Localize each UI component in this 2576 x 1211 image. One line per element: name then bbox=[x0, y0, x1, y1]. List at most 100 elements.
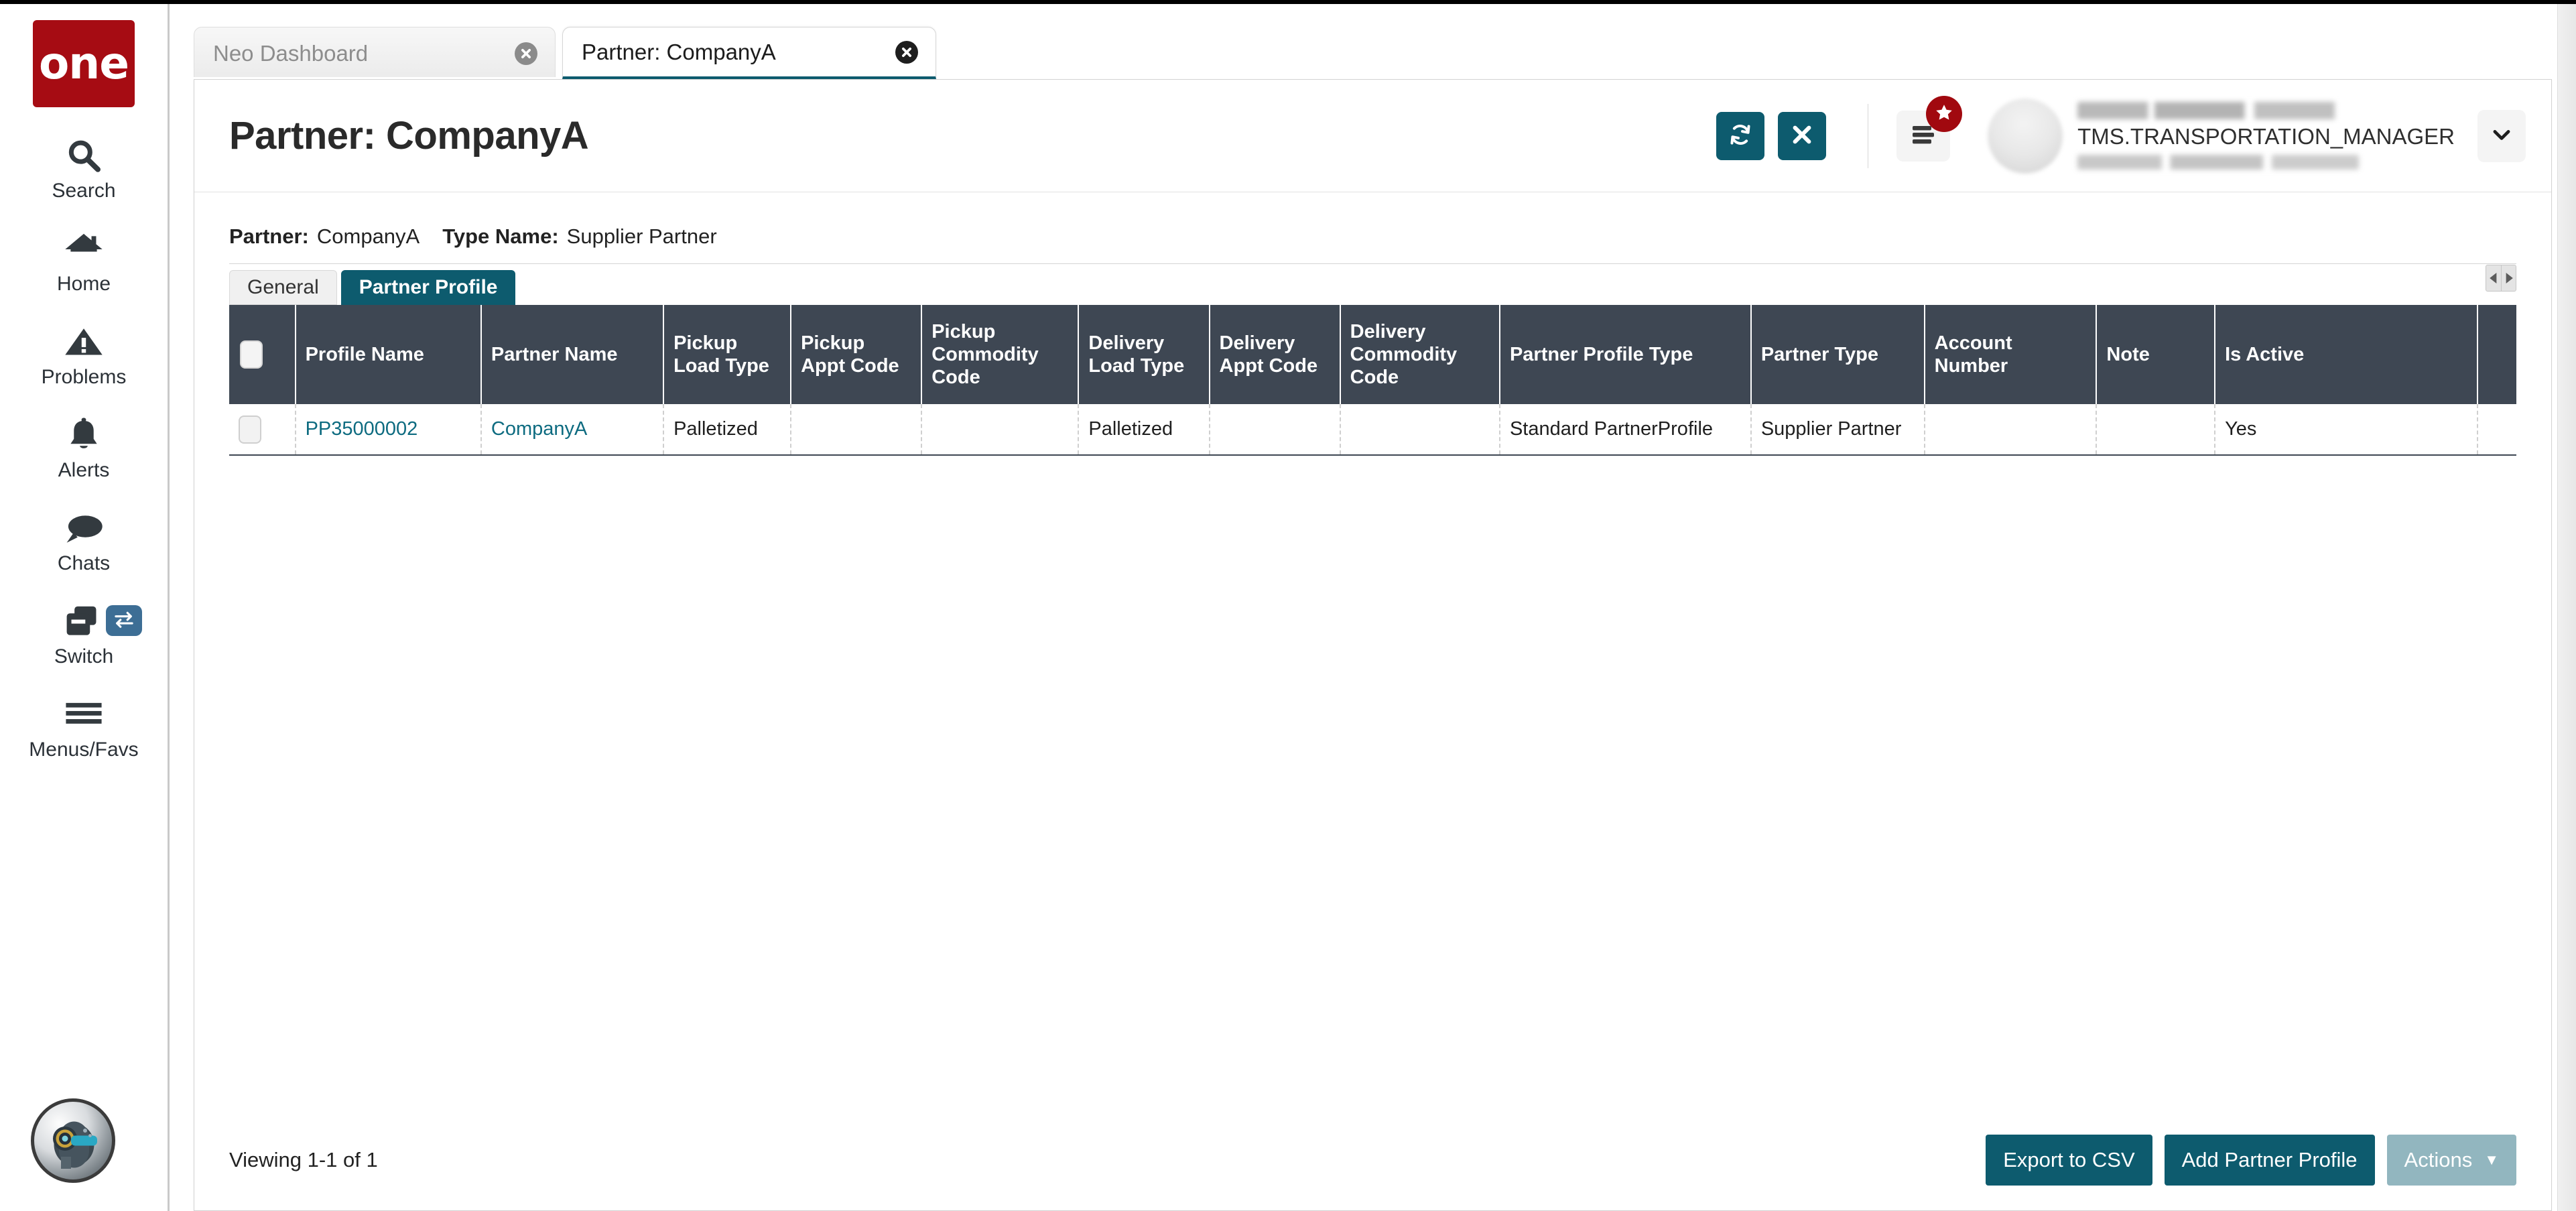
column-header-delivery-commodity-code[interactable]: Delivery Commodity Code bbox=[1340, 305, 1500, 404]
column-header-pickup-load-type[interactable]: Pickup Load Type bbox=[663, 305, 792, 404]
cell-partner-type: Supplier Partner bbox=[1750, 404, 1925, 456]
tab-partner-profile[interactable]: Partner Profile bbox=[340, 270, 516, 305]
cell-trailing bbox=[2477, 404, 2516, 456]
user-account-block[interactable]: TMS.TRANSPORTATION_MANAGER bbox=[1988, 97, 2455, 175]
sidebar-item-home[interactable]: Home bbox=[0, 229, 168, 295]
export-to-csv-label: Export to CSV bbox=[2003, 1148, 2135, 1171]
cell-partner-profile-type: Standard PartnerProfile bbox=[1499, 404, 1752, 456]
switch-org-badge[interactable] bbox=[106, 605, 142, 636]
cell-profile-name[interactable]: PP35000002 bbox=[295, 404, 482, 456]
partner-label: Partner: bbox=[229, 225, 309, 248]
page-header: Partner: CompanyA TMS.TRANSPORTATION_MAN… bbox=[194, 80, 2551, 192]
column-header-partner-name[interactable]: Partner Name bbox=[480, 305, 665, 404]
cell-is-active: Yes bbox=[2215, 404, 2479, 456]
refresh-icon bbox=[1728, 122, 1753, 149]
cell-delivery-commodity-code bbox=[1340, 404, 1500, 456]
cell-delivery-appt-code bbox=[1209, 404, 1341, 456]
swap-arrows-icon bbox=[113, 611, 135, 631]
cell-account-number bbox=[1924, 404, 2098, 456]
arrow-right-icon[interactable] bbox=[2501, 265, 2516, 291]
robot-assistant-avatar[interactable] bbox=[31, 1098, 115, 1183]
menu-favorites-button[interactable] bbox=[1896, 95, 1963, 162]
row-select-cell bbox=[229, 404, 296, 456]
column-header-delivery-load-type[interactable]: Delivery Load Type bbox=[1078, 305, 1210, 404]
sidebar-item-switch[interactable]: Switch bbox=[0, 601, 168, 667]
partner-value: CompanyA bbox=[316, 225, 420, 248]
column-header-trailing bbox=[2477, 305, 2516, 404]
refresh-button[interactable] bbox=[1716, 111, 1765, 160]
select-all-checkbox[interactable] bbox=[240, 340, 263, 369]
sidebar-item-label: Home bbox=[56, 273, 111, 295]
cell-pickup-appt-code bbox=[791, 404, 923, 456]
tab-general[interactable]: General bbox=[229, 270, 337, 305]
column-header-profile-name[interactable]: Profile Name bbox=[295, 305, 482, 404]
user-menu-caret-button[interactable] bbox=[2477, 109, 2526, 162]
browser-tab-neo-dashboard[interactable]: Neo Dashboard bbox=[194, 27, 556, 79]
close-page-button[interactable] bbox=[1778, 111, 1827, 160]
sidebar-item-label: Menus/Favs bbox=[29, 739, 139, 761]
partner-name-link[interactable]: CompanyA bbox=[491, 418, 587, 440]
favorites-star-badge bbox=[1926, 95, 1963, 132]
close-x-icon bbox=[1791, 123, 1813, 148]
main-content-area: Neo Dashboard Partner: CompanyA Partner:… bbox=[170, 4, 2576, 1211]
sidebar-item-label: Search bbox=[52, 180, 116, 202]
column-header-delivery-appt-code[interactable]: Delivery Appt Code bbox=[1209, 305, 1341, 404]
sidebar-item-menus-favs[interactable]: Menus/Favs bbox=[0, 694, 168, 761]
robot-head-icon bbox=[53, 1121, 97, 1169]
cell-delivery-load-type: Palletized bbox=[1078, 404, 1210, 456]
close-circle-icon[interactable] bbox=[895, 40, 918, 64]
export-to-csv-button[interactable]: Export to CSV bbox=[1986, 1135, 2152, 1186]
cell-note bbox=[2096, 404, 2216, 456]
column-header-is-active[interactable]: Is Active bbox=[2215, 305, 2479, 404]
column-header-partner-profile-type[interactable]: Partner Profile Type bbox=[1499, 305, 1752, 404]
sidebar-item-label: Alerts bbox=[58, 459, 110, 481]
add-partner-profile-button[interactable]: Add Partner Profile bbox=[2164, 1135, 2375, 1186]
right-edge-strip bbox=[2557, 4, 2576, 1211]
cell-partner-name[interactable]: CompanyA bbox=[480, 404, 665, 456]
sidebar-item-alerts[interactable]: Alerts bbox=[0, 415, 168, 481]
browser-tab-label: Neo Dashboard bbox=[213, 40, 369, 66]
browser-tab-strip: Neo Dashboard Partner: CompanyA bbox=[170, 4, 2576, 79]
viewing-count: Viewing 1-1 of 1 bbox=[229, 1148, 378, 1171]
profile-name-link[interactable]: PP35000002 bbox=[306, 418, 418, 440]
table-body: PP35000002 CompanyA Palletized Palletize… bbox=[229, 404, 2516, 456]
warning-triangle-icon bbox=[64, 322, 104, 363]
sidebar-item-label: Switch bbox=[54, 645, 114, 667]
sidebar-item-label: Problems bbox=[41, 366, 127, 388]
section-tab-bar: General Partner Profile bbox=[229, 263, 2551, 305]
close-circle-icon[interactable] bbox=[515, 42, 537, 65]
column-header-account-number[interactable]: Account Number bbox=[1924, 305, 2098, 404]
tab-scroll-controls bbox=[2486, 265, 2516, 292]
card-body: Partner: CompanyA Type Name: Supplier Pa… bbox=[194, 192, 2551, 1210]
chevron-down-icon bbox=[2492, 127, 2512, 144]
row-select-checkbox[interactable] bbox=[239, 415, 261, 444]
type-name-value: Supplier Partner bbox=[566, 225, 717, 248]
grid-footer: Viewing 1-1 of 1 Export to CSV Add Partn… bbox=[194, 1110, 2551, 1210]
tab-label: Partner Profile bbox=[359, 276, 498, 298]
application-window: one Search Home Problems Alerts Chats Sw… bbox=[0, 0, 2576, 1211]
browser-tab-partner-companya[interactable]: Partner: CompanyA bbox=[562, 27, 936, 79]
left-navigation-sidebar: one Search Home Problems Alerts Chats Sw… bbox=[0, 4, 170, 1211]
add-partner-profile-label: Add Partner Profile bbox=[2181, 1148, 2358, 1171]
home-icon bbox=[64, 229, 104, 270]
column-header-pickup-commodity-code[interactable]: Pickup Commodity Code bbox=[921, 305, 1080, 404]
sidebar-item-label: Chats bbox=[57, 552, 111, 574]
table-header-row: Profile Name Partner Name Pickup Load Ty… bbox=[229, 305, 2516, 404]
column-header-partner-type[interactable]: Partner Type bbox=[1750, 305, 1925, 404]
sidebar-item-chats[interactable]: Chats bbox=[0, 508, 168, 574]
partner-summary-line: Partner: CompanyA Type Name: Supplier Pa… bbox=[194, 192, 2551, 263]
type-name-label: Type Name: bbox=[442, 225, 559, 248]
hamburger-icon bbox=[64, 694, 103, 736]
column-header-note[interactable]: Note bbox=[2096, 305, 2216, 404]
one-logo[interactable]: one bbox=[33, 20, 135, 107]
column-header-pickup-appt-code[interactable]: Pickup Appt Code bbox=[791, 305, 923, 404]
browser-tab-label: Partner: CompanyA bbox=[582, 39, 776, 64]
table-row[interactable]: PP35000002 CompanyA Palletized Palletize… bbox=[229, 404, 2516, 456]
user-role: TMS.TRANSPORTATION_MANAGER bbox=[2077, 124, 2455, 149]
actions-dropdown-button[interactable]: Actions ▼ bbox=[2386, 1135, 2516, 1186]
select-all-header bbox=[229, 305, 296, 404]
sidebar-item-search[interactable]: Search bbox=[0, 135, 168, 202]
arrow-left-icon[interactable] bbox=[2486, 265, 2501, 291]
partner-profile-grid: Profile Name Partner Name Pickup Load Ty… bbox=[229, 305, 2516, 1110]
sidebar-item-problems[interactable]: Problems bbox=[0, 322, 168, 388]
